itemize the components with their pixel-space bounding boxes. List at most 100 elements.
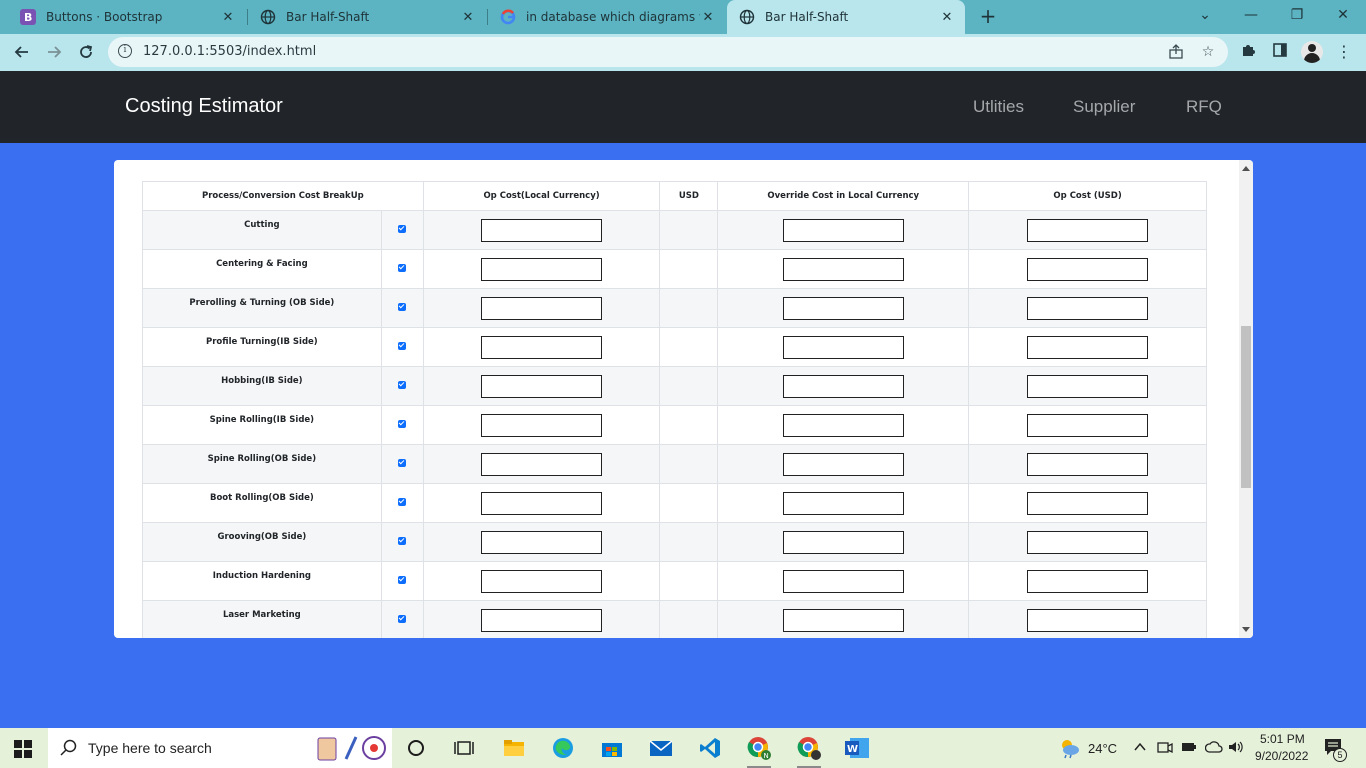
override-cost-input[interactable]	[782, 452, 904, 476]
op-cost-local-input[interactable]	[481, 530, 603, 554]
onedrive-cloud-icon[interactable]	[1204, 740, 1223, 758]
tab-close-icon[interactable]: ✕	[700, 10, 716, 25]
op-cost-usd-input[interactable]	[1027, 218, 1149, 242]
file-explorer-icon[interactable]	[500, 734, 528, 762]
op-cost-local-input[interactable]	[481, 413, 603, 437]
weather-temperature[interactable]: 24°C	[1088, 741, 1117, 756]
battery-icon[interactable]	[1181, 740, 1197, 758]
nav-link-supplier[interactable]: Supplier	[1073, 97, 1135, 117]
forward-arrow-icon[interactable]	[42, 40, 66, 64]
override-cost-input[interactable]	[782, 491, 904, 515]
op-cost-usd-input[interactable]	[1027, 257, 1149, 281]
scroll-up-arrow-icon[interactable]	[1242, 166, 1250, 171]
new-tab-button[interactable]: +	[976, 5, 1000, 29]
process-checkbox[interactable]	[398, 341, 407, 350]
bookmark-star-icon[interactable]: ☆	[1198, 42, 1218, 62]
share-icon[interactable]	[1166, 42, 1186, 62]
op-cost-usd-input[interactable]	[1027, 569, 1149, 593]
mail-icon[interactable]	[647, 734, 675, 762]
address-bar[interactable]: i 127.0.0.1:5503/index.html ☆	[108, 37, 1228, 67]
table-header-row: Process/Conversion Cost BreakUp Op Cost(…	[142, 181, 1207, 211]
weather-icon[interactable]	[1058, 737, 1080, 763]
tab-close-icon[interactable]: ✕	[939, 10, 955, 25]
op-cost-usd-input[interactable]	[1027, 608, 1149, 632]
tab-bar-half-shaft-active[interactable]: Bar Half-Shaft ✕	[727, 0, 965, 34]
show-hidden-icons-chevron-icon[interactable]	[1133, 740, 1147, 758]
op-cost-usd-input[interactable]	[1027, 296, 1149, 320]
process-checkbox[interactable]	[398, 419, 407, 428]
globe-icon	[260, 9, 276, 25]
taskbar-search-box[interactable]: Type here to search	[48, 728, 392, 768]
op-cost-usd-input[interactable]	[1027, 413, 1149, 437]
kebab-menu-icon[interactable]: ⋮	[1334, 42, 1354, 62]
chrome-profile-icon[interactable]	[795, 734, 823, 768]
process-checkbox[interactable]	[398, 536, 407, 545]
process-checkbox[interactable]	[398, 263, 407, 272]
clock-time[interactable]: 5:01 PM	[1260, 732, 1305, 746]
process-checkbox[interactable]	[398, 458, 407, 467]
scroll-down-arrow-icon[interactable]	[1242, 627, 1250, 632]
tab-bar-half-shaft[interactable]: Bar Half-Shaft ✕	[248, 0, 486, 34]
op-cost-usd-input[interactable]	[1027, 335, 1149, 359]
clock-date[interactable]: 9/20/2022	[1255, 749, 1308, 763]
restore-button[interactable]: ❐	[1274, 4, 1320, 28]
op-cost-local-input[interactable]	[481, 569, 603, 593]
override-cost-input[interactable]	[782, 569, 904, 593]
word-icon[interactable]: W	[843, 734, 871, 762]
table-scroll-area[interactable]: Process/Conversion Cost BreakUp Op Cost(…	[114, 160, 1239, 638]
extensions-puzzle-icon[interactable]	[1238, 42, 1258, 62]
tab-list-chevron-icon[interactable]: ⌄	[1182, 4, 1228, 28]
op-cost-usd-input[interactable]	[1027, 491, 1149, 515]
minimize-button[interactable]: —	[1228, 4, 1274, 28]
vscode-icon[interactable]	[696, 734, 724, 762]
override-cost-input[interactable]	[782, 218, 904, 242]
vertical-scrollbar[interactable]	[1239, 160, 1253, 638]
override-cost-input[interactable]	[782, 608, 904, 632]
process-checkbox[interactable]	[398, 302, 407, 311]
override-cost-input[interactable]	[782, 296, 904, 320]
override-cost-input[interactable]	[782, 413, 904, 437]
op-cost-local-input[interactable]	[481, 218, 603, 242]
profile-avatar[interactable]	[1301, 41, 1323, 63]
volume-icon[interactable]	[1228, 740, 1246, 758]
op-cost-local-input[interactable]	[481, 335, 603, 359]
op-cost-usd-input[interactable]	[1027, 374, 1149, 398]
tab-close-icon[interactable]: ✕	[220, 10, 236, 25]
process-checkbox[interactable]	[398, 614, 407, 623]
tab-bootstrap[interactable]: B Buttons · Bootstrap ✕	[8, 0, 246, 34]
side-panel-icon[interactable]	[1270, 42, 1290, 62]
process-checkbox[interactable]	[398, 224, 407, 233]
override-cost-input[interactable]	[782, 530, 904, 554]
override-cost-input[interactable]	[782, 257, 904, 281]
op-cost-local-input[interactable]	[481, 257, 603, 281]
nav-link-utilities[interactable]: Utlities	[973, 97, 1024, 117]
nav-link-rfq[interactable]: RFQ	[1186, 97, 1222, 117]
store-icon[interactable]	[598, 734, 626, 762]
op-cost-local-input[interactable]	[481, 491, 603, 515]
close-window-button[interactable]: ✕	[1320, 4, 1366, 28]
op-cost-local-input[interactable]	[481, 452, 603, 476]
override-cost-input[interactable]	[782, 374, 904, 398]
cortana-icon[interactable]	[402, 734, 430, 762]
override-cost-input[interactable]	[782, 335, 904, 359]
process-checkbox[interactable]	[398, 380, 407, 389]
process-checkbox[interactable]	[398, 575, 407, 584]
scrollbar-thumb[interactable]	[1241, 326, 1251, 488]
back-arrow-icon[interactable]	[10, 40, 34, 64]
op-cost-usd-input[interactable]	[1027, 530, 1149, 554]
process-checkbox[interactable]	[398, 497, 407, 506]
meet-now-icon[interactable]	[1157, 740, 1173, 758]
edge-icon[interactable]	[549, 734, 577, 762]
tab-close-icon[interactable]: ✕	[460, 10, 476, 25]
chrome-icon[interactable]: N	[745, 734, 773, 768]
op-cost-local-input[interactable]	[481, 374, 603, 398]
reload-icon[interactable]	[74, 40, 98, 64]
tab-google-search[interactable]: in database which diagrams we w ✕	[488, 0, 726, 34]
op-cost-local-input[interactable]	[481, 296, 603, 320]
navbar-brand[interactable]: Costing Estimator	[125, 95, 283, 118]
windows-start-icon[interactable]	[14, 740, 32, 758]
op-cost-usd-input[interactable]	[1027, 452, 1149, 476]
site-info-icon[interactable]: i	[118, 44, 132, 58]
task-view-icon[interactable]	[450, 734, 478, 762]
op-cost-local-input[interactable]	[481, 608, 603, 632]
